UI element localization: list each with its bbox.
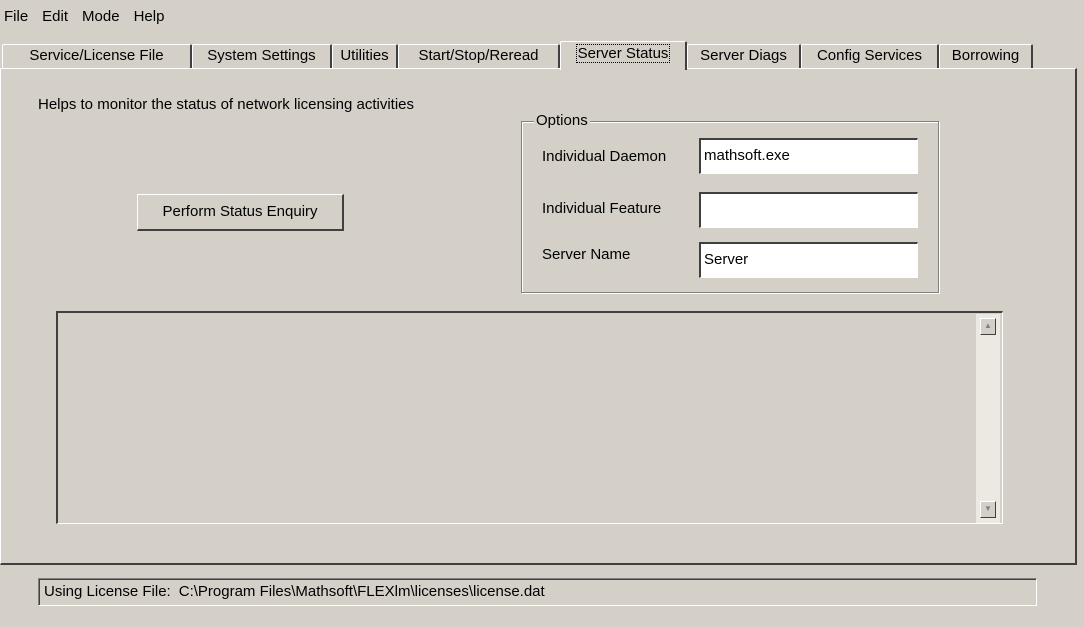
individual-daemon-label: Individual Daemon [542,148,667,165]
tab-borrowing[interactable]: Borrowing [939,44,1033,69]
tab-server-status[interactable]: Server Status [560,41,687,70]
menu-file[interactable]: File [0,6,35,30]
tab-service-license-file[interactable]: Service/License File [2,44,192,69]
tab-label: Config Services [816,47,923,64]
tab-start-stop-reread[interactable]: Start/Stop/Reread [398,44,560,69]
tab-label: Service/License File [29,47,164,64]
tab-label: Borrowing [951,47,1020,64]
perform-status-enquiry-button[interactable]: Perform Status Enquiry [137,194,344,231]
status-license-path: C:\Program Files\Mathsoft\FLEXlm\license… [178,583,545,600]
tab-label: Server Status [575,44,671,63]
status-bar: Using License File: C:\Program Files\Math… [38,578,1037,606]
tab-label: Server Diags [700,47,787,64]
tab-label: Utilities [340,47,389,64]
tab-label: System Settings [207,47,316,64]
server-name-field[interactable]: Server [699,242,918,278]
tab-server-diags[interactable]: Server Diags [687,44,801,69]
tab-label: Start/Stop/Reread [418,47,539,64]
tab-config-services[interactable]: Config Services [801,44,939,69]
panel-description: Helps to monitor the status of network l… [38,96,415,113]
menu-bar: File Edit Mode Help [0,6,171,30]
menu-help[interactable]: Help [127,6,172,30]
tab-utilities[interactable]: Utilities [332,44,398,69]
scroll-down-arrow-icon[interactable]: ▼ [980,501,996,518]
output-vertical-scrollbar[interactable]: ▲ ▼ [976,314,1000,523]
menu-mode[interactable]: Mode [75,6,127,30]
individual-feature-field[interactable] [699,192,918,228]
status-output-area[interactable] [56,311,1003,524]
server-name-label: Server Name [542,246,631,263]
individual-feature-label: Individual Feature [542,200,662,217]
tab-system-settings[interactable]: System Settings [192,44,332,69]
options-group-title: Options [534,112,590,130]
scroll-up-arrow-icon[interactable]: ▲ [980,318,996,335]
status-license-prefix: Using License File: [44,583,171,600]
individual-daemon-field[interactable]: mathsoft.exe [699,138,918,174]
menu-edit[interactable]: Edit [35,6,75,30]
